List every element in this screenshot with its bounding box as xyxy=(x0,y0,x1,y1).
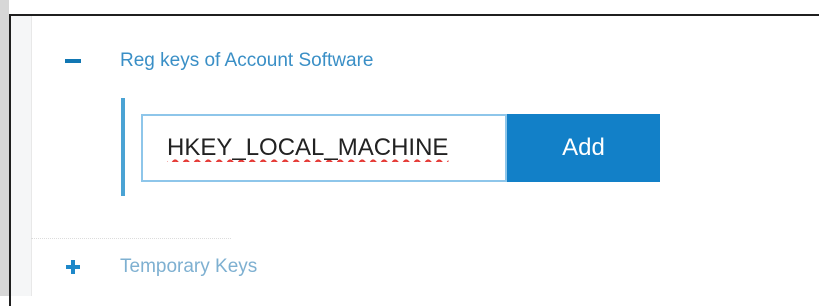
section-temporary-keys-header[interactable]: Temporary Keys xyxy=(60,252,257,282)
collapse-toggle[interactable] xyxy=(60,48,86,74)
section-label-temporary-keys[interactable]: Temporary Keys xyxy=(120,256,257,278)
minus-icon xyxy=(65,59,81,63)
left-gray-strip xyxy=(0,0,9,296)
plus-icon xyxy=(66,260,80,274)
section-label-reg-keys[interactable]: Reg keys of Account Software xyxy=(120,50,373,72)
section-divider xyxy=(31,238,231,239)
section-reg-keys-header[interactable]: Reg keys of Account Software xyxy=(60,46,373,76)
reg-key-input-group: Add xyxy=(141,114,660,182)
add-button[interactable]: Add xyxy=(507,114,660,182)
left-panel xyxy=(11,16,32,296)
expand-toggle[interactable] xyxy=(60,254,86,280)
section-indent-bar xyxy=(121,98,125,196)
reg-key-input[interactable] xyxy=(141,114,507,182)
